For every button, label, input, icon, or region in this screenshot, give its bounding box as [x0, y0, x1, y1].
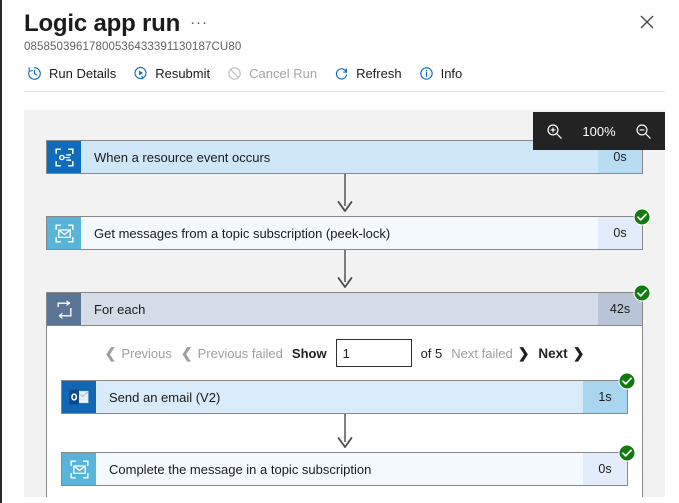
- history-clock-icon: [28, 67, 41, 80]
- cancel-run-button: Cancel Run: [226, 65, 317, 82]
- toolbar-divider: [24, 91, 665, 92]
- designer-canvas[interactable]: 100% When a resource event occurs 0s Get…: [24, 110, 665, 497]
- previous-failed-button[interactable]: ❮ Previous failed: [181, 345, 283, 362]
- page-title: Logic app run: [24, 10, 181, 37]
- zoom-out-magnifier-icon[interactable]: [634, 122, 653, 141]
- chevron-right-icon: ❯: [517, 344, 530, 361]
- down-arrow-icon: [337, 174, 352, 212]
- command-toolbar: Run Details Resubmit Cancel Run Refresh: [2, 53, 679, 91]
- step-label-trigger: When a resource event occurs: [81, 141, 598, 173]
- step-card-get-messages[interactable]: Get messages from a topic subscription (…: [46, 208, 651, 250]
- status-badge-succeeded: [618, 372, 636, 390]
- chevron-left-icon: ❮: [104, 344, 117, 361]
- down-arrow-icon: [337, 414, 352, 448]
- outlook-icon: [69, 389, 89, 405]
- refresh-button[interactable]: Refresh: [333, 65, 402, 82]
- step-card-send-email[interactable]: Send an email (V2) 1s: [61, 372, 636, 414]
- step-icon-wrap: [62, 381, 96, 413]
- event-grid-icon: [54, 147, 74, 167]
- run-details-label: Run Details: [49, 66, 117, 81]
- info-label: Info: [440, 66, 463, 81]
- next-button[interactable]: Next ❯: [538, 345, 584, 362]
- close-icon: [640, 15, 654, 29]
- cancel-run-label: Cancel Run: [249, 66, 318, 81]
- run-id-text: 08585039617800536433391130187CU80: [24, 41, 242, 53]
- run-details-button[interactable]: Run Details: [26, 65, 116, 82]
- next-failed-button[interactable]: Next failed ❯: [451, 345, 529, 362]
- step-icon-wrap: [47, 293, 81, 325]
- cancel-circle-slash-icon: [228, 67, 241, 80]
- foreach-pagination: ❮ Previous ❮ Previous failed Show of 5 N…: [61, 326, 628, 380]
- step-card-foreach[interactable]: For each 42s: [46, 284, 651, 326]
- refresh-icon: [335, 68, 348, 80]
- connector-arrow: [46, 174, 643, 216]
- success-check-icon: [618, 372, 636, 390]
- step-label-send-email: Send an email (V2): [96, 381, 583, 413]
- total-pages-label: of 5: [420, 345, 443, 361]
- info-button[interactable]: Info: [418, 65, 463, 82]
- zoom-control: 100%: [533, 112, 665, 150]
- refresh-label: Refresh: [356, 66, 402, 81]
- next-label: Next: [538, 345, 568, 361]
- status-badge-succeeded: [633, 284, 651, 302]
- connector-arrow: [46, 250, 643, 292]
- chevron-right-icon: ❯: [572, 344, 585, 361]
- previous-label: Previous: [121, 345, 172, 361]
- foreach-body: ❮ Previous ❮ Previous failed Show of 5 N…: [46, 326, 643, 497]
- panel-header: Logic app run ··· 0858503961780053643339…: [2, 0, 679, 53]
- title-row: Logic app run ···: [24, 10, 679, 38]
- success-check-icon: [618, 444, 636, 462]
- status-badge-succeeded: [618, 444, 636, 462]
- connector-arrow: [61, 414, 628, 452]
- close-button[interactable]: [637, 12, 657, 32]
- down-arrow-icon: [337, 250, 352, 288]
- next-failed-label: Next failed: [451, 345, 513, 361]
- more-options-button[interactable]: ···: [190, 14, 208, 31]
- step-label-get-messages: Get messages from a topic subscription (…: [81, 217, 598, 249]
- resubmit-play-icon: [134, 66, 147, 80]
- step-icon-wrap: [47, 141, 81, 173]
- page-number-input[interactable]: [335, 339, 412, 367]
- status-badge-succeeded: [633, 208, 651, 226]
- success-check-icon: [633, 208, 651, 226]
- previous-button[interactable]: ❮ Previous: [105, 345, 172, 362]
- step-label-complete-message: Complete the message in a topic subscrip…: [96, 453, 583, 485]
- chevron-left-icon: ❮: [180, 344, 193, 361]
- service-bus-icon: [69, 459, 89, 479]
- resubmit-label: Resubmit: [155, 66, 211, 81]
- info-circle-icon: [419, 67, 433, 80]
- zoom-level-label: 100%: [582, 123, 616, 139]
- foreach-scope: For each 42s ❮ Previous ❮ Previous faile…: [46, 284, 651, 497]
- step-icon-wrap: [62, 453, 96, 485]
- previous-failed-label: Previous failed: [197, 345, 283, 361]
- zoom-in-magnifier-icon[interactable]: [545, 122, 564, 141]
- foreach-loop-icon: [56, 300, 72, 319]
- logic-app-run-panel: Logic app run ··· 0858503961780053643339…: [0, 0, 679, 503]
- service-bus-icon: [54, 223, 74, 243]
- show-label: Show: [291, 345, 327, 361]
- resubmit-button[interactable]: Resubmit: [132, 65, 210, 82]
- step-label-foreach: For each: [81, 293, 598, 325]
- step-card-complete-message[interactable]: Complete the message in a topic subscrip…: [61, 444, 636, 486]
- step-icon-wrap: [47, 217, 81, 249]
- success-check-icon: [633, 284, 651, 302]
